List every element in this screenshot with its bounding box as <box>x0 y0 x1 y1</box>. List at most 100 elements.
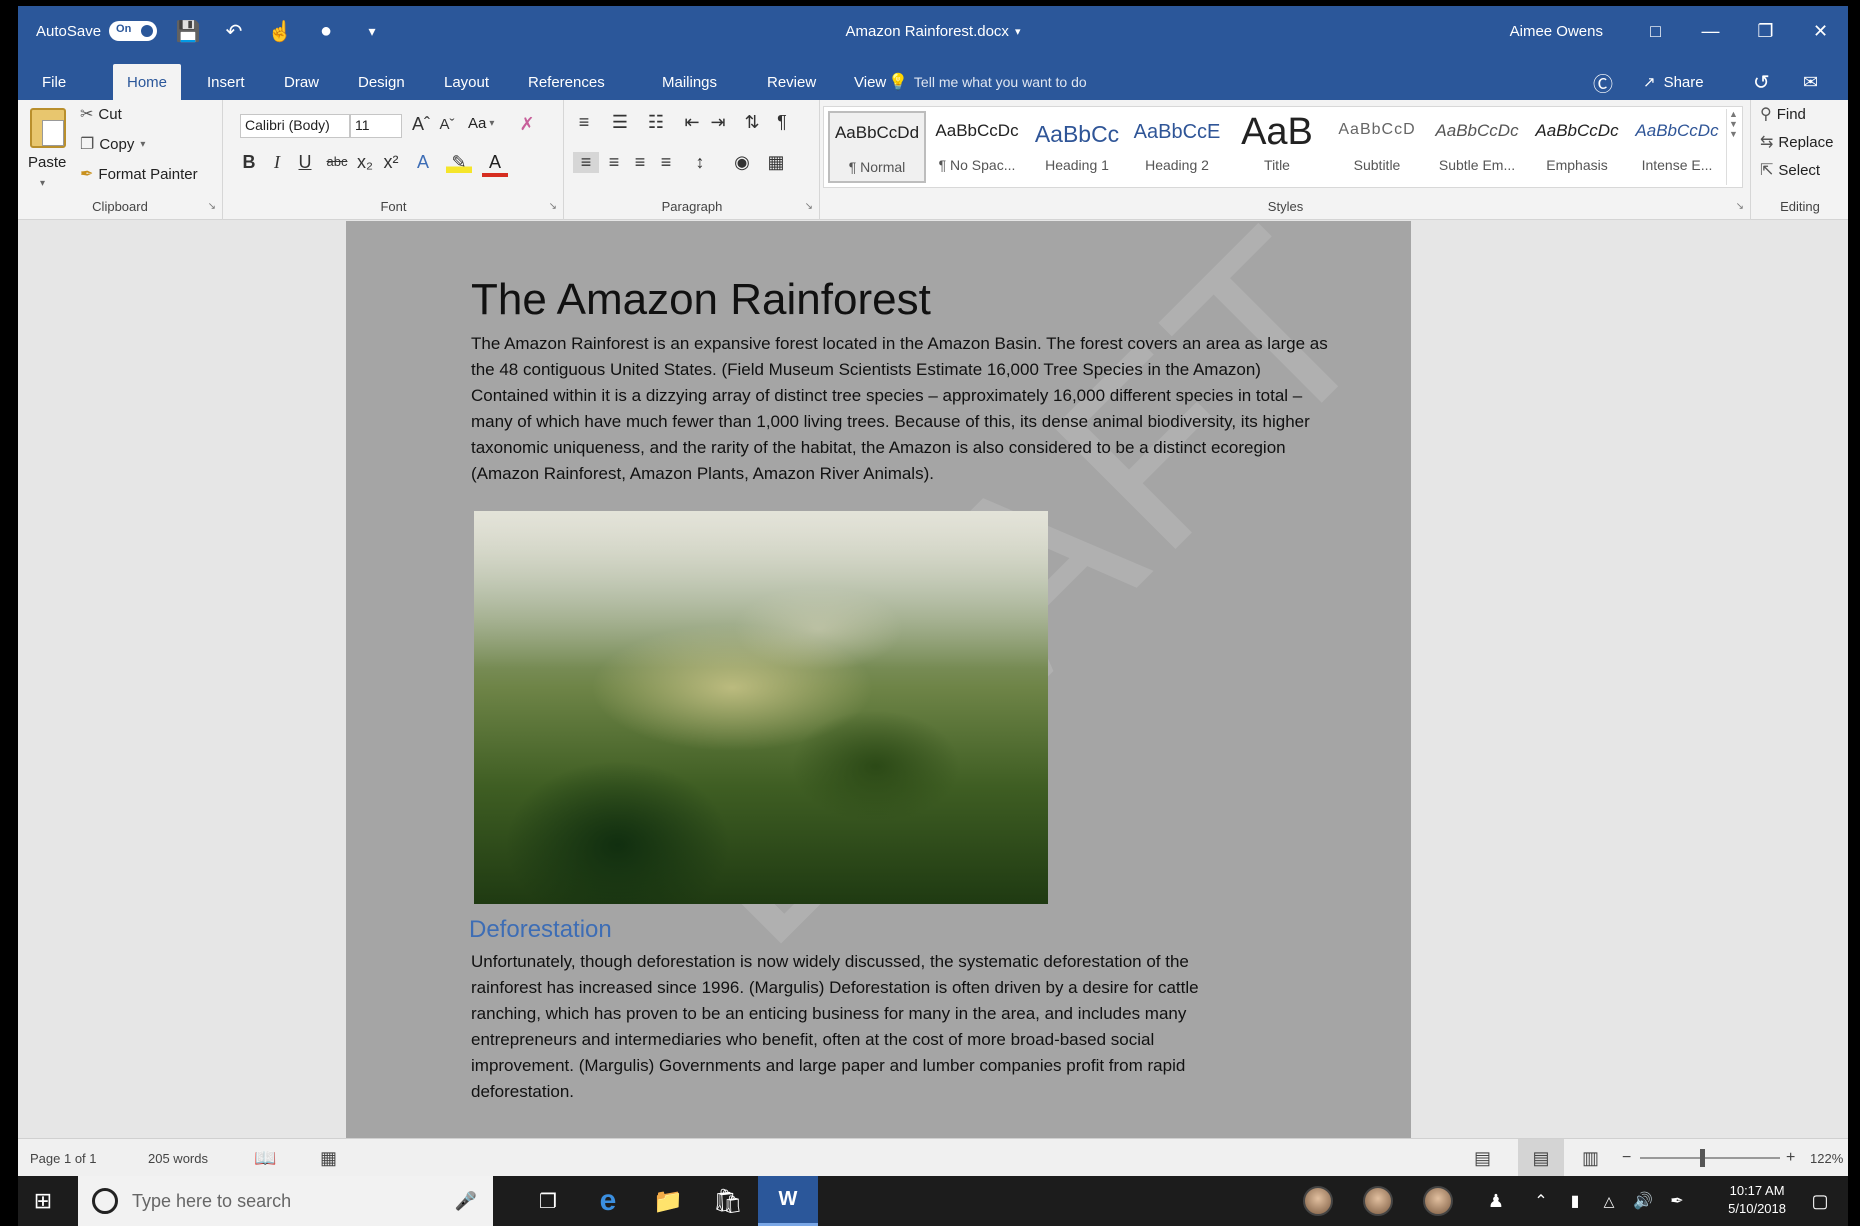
tab-insert[interactable]: Insert <box>193 64 259 100</box>
file-explorer-icon[interactable]: 📁 <box>643 1176 693 1226</box>
paragraph-deforestation[interactable]: Unfortunately, though deforestation is n… <box>471 949 1231 1105</box>
tab-draw[interactable]: Draw <box>270 64 333 100</box>
contact-avatar[interactable] <box>1298 1176 1338 1226</box>
style-emphasis[interactable]: AaBbCcDc Emphasis <box>1528 111 1626 183</box>
touch-mode-icon[interactable]: ☝ <box>262 6 298 56</box>
decrease-indent-icon[interactable]: ⇤ <box>679 112 705 133</box>
tab-layout[interactable]: Layout <box>430 64 503 100</box>
zoom-slider-thumb[interactable] <box>1700 1149 1705 1167</box>
read-mode-icon[interactable]: 📖 <box>254 1139 276 1177</box>
gallery-scroll-icon[interactable]: ▲ ▼ ▼ <box>1726 109 1740 185</box>
undo-icon[interactable]: ↶ <box>216 6 252 56</box>
document-page[interactable]: DRAFT The Amazon Rainforest The Amazon R… <box>346 221 1411 1138</box>
paste-button[interactable]: Paste <box>28 154 66 171</box>
help-icon[interactable]: ● <box>308 6 344 56</box>
tab-references[interactable]: References <box>514 64 619 100</box>
microphone-icon[interactable]: 🎤 <box>455 1191 477 1212</box>
find-button[interactable]: ⚲ Find <box>1760 104 1806 124</box>
edge-icon[interactable]: e <box>583 1176 633 1226</box>
style-title[interactable]: AaB Title <box>1228 111 1326 183</box>
shading-icon[interactable]: ◉ <box>729 152 755 173</box>
borders-icon[interactable]: ▦ <box>763 152 789 173</box>
grow-font-icon[interactable]: Aˆ <box>408 114 434 135</box>
tell-me-box[interactable]: 💡 Tell me what you want to do <box>888 64 1087 100</box>
paste-chevron-icon[interactable]: ▾ <box>40 178 45 189</box>
styles-launcher-icon[interactable]: ↘ <box>1736 201 1744 212</box>
paragraph-intro[interactable]: The Amazon Rainforest is an expansive fo… <box>471 331 1341 487</box>
style-intense-emphasis[interactable]: AaBbCcDc Intense E... <box>1628 111 1726 183</box>
style-subtitle[interactable]: AaBbCcD Subtitle <box>1328 111 1426 183</box>
share-button[interactable]: ↗ Share <box>1643 64 1704 100</box>
web-layout-icon[interactable]: ▥ <box>1582 1139 1599 1177</box>
paragraph-launcher-icon[interactable]: ↘ <box>805 201 813 212</box>
increase-indent-icon[interactable]: ⇥ <box>705 112 731 133</box>
close-icon[interactable]: ✕ <box>1793 6 1848 56</box>
multilevel-list-icon[interactable]: ☷ <box>643 112 669 133</box>
line-spacing-icon[interactable]: ↕ <box>687 152 713 173</box>
bold-icon[interactable]: B <box>236 152 262 173</box>
autosave-control[interactable]: AutoSave On <box>36 6 158 56</box>
taskbar-clock[interactable]: 10:17 AM 5/10/2018 <box>1728 1182 1786 1218</box>
customize-qat-icon[interactable]: ▾ <box>354 6 390 56</box>
zoom-level[interactable]: 122% <box>1810 1139 1843 1177</box>
read-mode-view-icon[interactable]: ▤ <box>1474 1139 1491 1177</box>
pen-icon[interactable]: ✒ <box>1662 1176 1692 1226</box>
rainforest-image[interactable] <box>474 511 1048 904</box>
document-title[interactable]: Amazon Rainforest.docx ▾ <box>846 6 1021 56</box>
text-effects-icon[interactable]: A <box>410 152 436 173</box>
numbering-icon[interactable]: ☰ <box>607 112 633 133</box>
word-count[interactable]: 205 words <box>148 1139 208 1177</box>
tab-home[interactable]: Home <box>113 64 182 100</box>
history-icon[interactable]: ↺ <box>1753 64 1770 100</box>
autosave-toggle[interactable]: On <box>109 21 158 41</box>
justify-icon[interactable]: ≡ <box>653 152 679 173</box>
style-no-spacing[interactable]: AaBbCcDc ¶ No Spac... <box>928 111 1026 183</box>
tab-mailings[interactable]: Mailings <box>648 64 731 100</box>
italic-icon[interactable]: I <box>264 152 290 173</box>
highlight-icon[interactable]: ✎ <box>446 152 472 173</box>
change-case-button[interactable]: Aa ▾ <box>468 115 494 132</box>
zoom-out-icon[interactable]: − <box>1622 1139 1631 1177</box>
clear-formatting-icon[interactable]: ✗ <box>514 114 540 135</box>
word-app-icon[interactable]: W <box>758 1176 818 1226</box>
chevron-up-icon[interactable]: ⌃ <box>1526 1176 1556 1226</box>
store-icon[interactable]: 🛍 <box>703 1176 753 1226</box>
align-right-icon[interactable]: ≡ <box>627 152 653 173</box>
align-left-icon[interactable]: ≡ <box>573 152 599 173</box>
volume-icon[interactable]: 🔊 <box>1628 1176 1658 1226</box>
restore-icon[interactable]: ❐ <box>1738 6 1793 56</box>
font-launcher-icon[interactable]: ↘ <box>549 201 557 212</box>
page-count[interactable]: Page 1 of 1 <box>30 1139 97 1177</box>
select-button[interactable]: ⇱ Select <box>1760 160 1820 180</box>
minimize-icon[interactable]: — <box>1683 6 1738 56</box>
contact-avatar[interactable] <box>1358 1176 1398 1226</box>
paste-icon[interactable] <box>30 108 66 148</box>
font-size-combo[interactable]: 11 <box>350 114 402 138</box>
task-view-icon[interactable]: ❐ <box>523 1176 573 1226</box>
style-normal[interactable]: AaBbCcDd ¶ Normal <box>828 111 926 183</box>
sort-icon[interactable]: ⇅ <box>739 112 765 133</box>
bullets-icon[interactable]: ≡ <box>571 112 597 133</box>
font-color-icon[interactable]: A <box>482 152 508 177</box>
print-layout-icon[interactable]: ▤ <box>1518 1139 1564 1177</box>
zoom-in-icon[interactable]: + <box>1786 1139 1795 1177</box>
comments-icon[interactable]: ✉ <box>1803 64 1818 100</box>
ribbon-display-icon[interactable]: □ <box>1628 6 1683 56</box>
macro-icon[interactable]: ▦ <box>320 1139 337 1177</box>
format-painter-button[interactable]: ✒ Format Painter <box>80 164 198 184</box>
windows-start-icon[interactable]: ⊞ <box>18 1176 68 1226</box>
zoom-slider-track[interactable] <box>1640 1157 1780 1159</box>
battery-icon[interactable]: ▮ <box>1560 1176 1590 1226</box>
people-icon[interactable]: ♟ <box>1478 1176 1514 1226</box>
font-name-combo[interactable]: Calibri (Body) <box>240 114 350 138</box>
notifications-icon[interactable]: ▢ <box>1798 1176 1842 1226</box>
superscript-icon[interactable]: x² <box>378 152 404 173</box>
style-subtle-emphasis[interactable]: AaBbCcDc Subtle Em... <box>1428 111 1526 183</box>
document-heading[interactable]: The Amazon Rainforest <box>471 275 931 325</box>
section-heading[interactable]: Deforestation <box>469 916 612 944</box>
contact-avatar[interactable] <box>1418 1176 1458 1226</box>
subscript-icon[interactable]: x₂ <box>352 152 378 173</box>
skype-icon[interactable]: Ⓒ <box>1593 64 1613 100</box>
tab-design[interactable]: Design <box>344 64 419 100</box>
strikethrough-icon[interactable]: abc <box>324 154 350 169</box>
